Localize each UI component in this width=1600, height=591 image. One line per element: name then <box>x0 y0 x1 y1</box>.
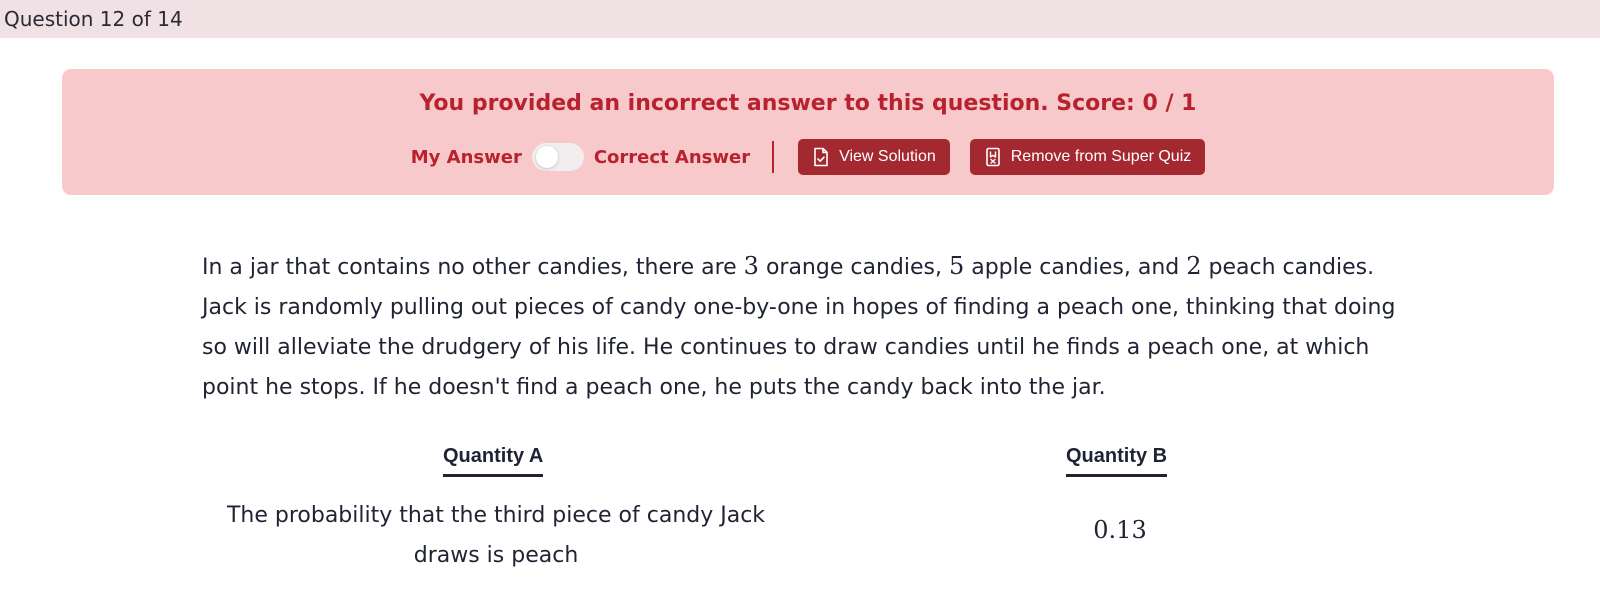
view-solution-label: View Solution <box>839 148 936 165</box>
bookmark-x-icon <box>985 147 1000 167</box>
question-progress-bar: Question 12 of 14 <box>0 0 1600 38</box>
score-message: You provided an incorrect answer to this… <box>419 91 1197 116</box>
question-text-part-3: apple candies, and <box>964 255 1187 280</box>
quantity-a-text: The probability that the third piece of … <box>226 503 766 568</box>
quantity-a-heading: Quantity A <box>443 445 544 477</box>
question-text-part-1: In a jar that contains no other candies,… <box>202 255 744 280</box>
controls-divider <box>772 141 775 173</box>
orange-count: 3 <box>743 252 759 280</box>
remove-from-super-quiz-label: Remove from Super Quiz <box>1010 148 1192 165</box>
remove-from-super-quiz-button[interactable]: Remove from Super Quiz <box>969 139 1206 175</box>
question-stem: In a jar that contains no other candies,… <box>202 246 1422 408</box>
apple-count: 5 <box>948 252 965 280</box>
my-answer-label: My Answer <box>410 146 522 168</box>
result-banner: You provided an incorrect answer to this… <box>62 69 1554 195</box>
view-solution-button[interactable]: View Solution <box>798 139 950 175</box>
toggle-knob <box>535 146 558 168</box>
question-text-part-2: orange candies, <box>758 255 949 280</box>
answer-toggle[interactable] <box>531 143 584 171</box>
banner-controls: My Answer Correct Answer View Solution R… <box>62 139 1554 175</box>
quantity-b-value: 0.13 <box>1093 516 1147 544</box>
correct-answer-label: Correct Answer <box>593 146 751 168</box>
document-check-icon <box>814 147 828 167</box>
peach-count: 2 <box>1186 252 1202 280</box>
question-progress: Question 12 of 14 <box>4 7 183 31</box>
quantity-b-heading: Quantity B <box>1066 445 1168 477</box>
